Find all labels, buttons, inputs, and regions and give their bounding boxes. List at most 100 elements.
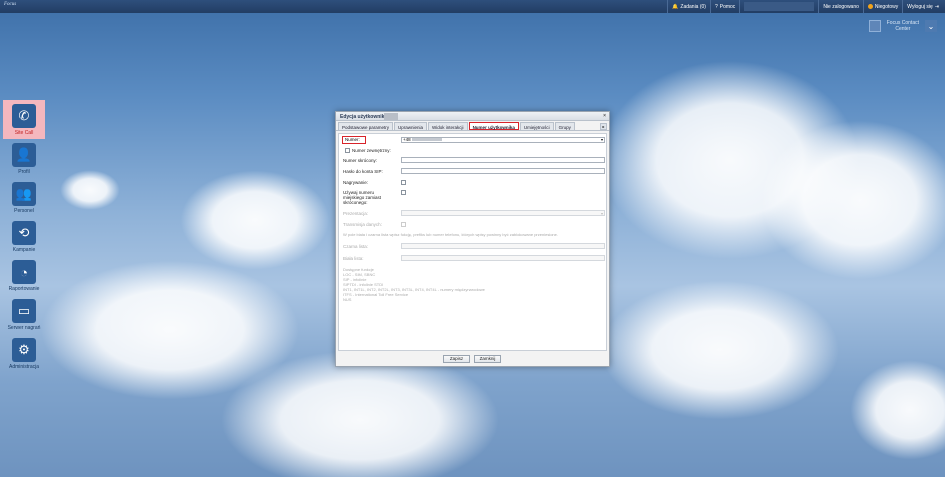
campaign-icon: ⟲: [12, 221, 36, 245]
redacted-user-name: [384, 113, 398, 120]
tab-umiejetnosci[interactable]: Umiejętności: [519, 122, 554, 130]
nagrywanie-label: Nagrywanie:: [343, 180, 369, 185]
app-logo: Focus: [4, 2, 17, 7]
tab-uprawnienia[interactable]: Uprawnienia: [394, 122, 428, 130]
haslo-sip-label: Hasło do konta SIP:: [343, 169, 383, 174]
sidebar-item-label: Administracja: [8, 364, 39, 370]
sidebar-item-label: Personel: [14, 208, 34, 214]
tab-numer-uzytkownika[interactable]: Numer użytkownika: [468, 122, 519, 130]
numer-skrocony-label: Numer skrócony:: [343, 158, 378, 163]
info-note: W pole biała i czarna lista wpisz fukcję…: [343, 232, 558, 237]
dialog-title: Edycja użytkownika: [340, 114, 388, 120]
dostepne-line: NUS: [343, 297, 352, 302]
top-bar: Focus 🔔 Zadania (0) ? Pomoc Nie zalogowa…: [0, 0, 945, 13]
biala-lista-input[interactable]: [401, 255, 605, 261]
sidebar-item-site-call[interactable]: ✆ Site Call: [3, 100, 45, 139]
bell-icon: 🔔: [672, 3, 679, 10]
chevron-down-icon[interactable]: ⌄: [925, 20, 937, 32]
dialog-tabs: Podstawowe parametry Uprawnienia Widok i…: [336, 121, 609, 131]
uzywaj-line3: skróconego:: [343, 200, 368, 205]
brand-line2: Center: [895, 26, 911, 32]
numer-value: +48: [403, 137, 411, 142]
sidebar-item-label: Profil: [18, 169, 30, 175]
redacted-number: [411, 138, 442, 142]
brand-area: Focus Contact Center ⌄: [868, 20, 937, 32]
czarna-lista-row: Czarna lista:: [343, 244, 399, 249]
sidebar: ✆ Site Call 👤 Profil 👥 Personel ⟲ Kampan…: [3, 100, 45, 373]
cloud: [60, 170, 120, 210]
brand-logo-icon: [868, 20, 881, 32]
numer-skrocony-input[interactable]: [401, 157, 605, 163]
edit-user-dialog: Edycja użytkownika × Podstawowe parametr…: [335, 111, 610, 367]
logout-label: Wyloguj się: [907, 3, 933, 10]
notifications-label: Zadania (0): [680, 3, 706, 10]
numer-select[interactable]: +48 ▾: [401, 137, 605, 143]
cloud: [850, 360, 945, 460]
dialog-body: Numer: +48 ▾ Numer zewnętrzny: Numer skr…: [338, 133, 607, 351]
uzywaj-numeru-checkbox[interactable]: [401, 190, 406, 195]
cloud: [220, 350, 500, 477]
sidebar-item-label: Kampanie: [12, 247, 36, 253]
biala-lista-row: Biała lista:: [343, 256, 399, 261]
sidebar-item-label: Raportowanie: [8, 286, 40, 292]
czarna-lista-label: Czarna lista:: [343, 244, 369, 249]
prezentacja-row: Prezentacja:: [343, 211, 399, 216]
transmisja-label: Transmisja danych:: [343, 222, 382, 227]
numer-label: Numer:: [342, 136, 366, 144]
pie-chart-icon: ◔: [12, 260, 36, 284]
recording-server-icon: ▭: [12, 299, 36, 323]
dostepne-line: ITFS - International Toll Free Service: [343, 292, 409, 297]
sidebar-item-raportowanie[interactable]: ◔ Raportowanie: [3, 256, 45, 295]
chevron-down-icon: ▾: [600, 137, 603, 142]
dialog-footer: Zapisz Zamknij: [443, 355, 501, 363]
sidebar-item-administracja[interactable]: ⚙ Administracja: [3, 334, 45, 373]
save-button[interactable]: Zapisz: [443, 355, 470, 363]
cloud: [600, 280, 840, 420]
sidebar-item-serwer-nagran[interactable]: ▭ Serwer nagrań: [3, 295, 45, 334]
login-status-label: Nie zalogowano: [823, 3, 859, 10]
user-icon: 👤: [12, 143, 36, 167]
tab-widok-interakcji[interactable]: Widok interakcji: [428, 122, 468, 130]
availability-status-button[interactable]: Niegotowy: [862, 0, 902, 13]
nagrywanie-checkbox[interactable]: [401, 180, 406, 185]
close-button[interactable]: Zamknij: [474, 355, 501, 363]
prezentacja-label: Prezentacja:: [343, 211, 369, 216]
uzywaj-numeru-row: Używaj numeru miejskiego zamiast skrócon…: [343, 190, 399, 205]
phone-icon: ✆: [12, 104, 36, 128]
transmisja-checkbox[interactable]: [401, 222, 406, 227]
top-bar-actions: 🔔 Zadania (0) ? Pomoc Nie zalogowano Nie…: [667, 0, 943, 13]
sidebar-item-label: Site Call: [14, 130, 34, 136]
notifications-button[interactable]: 🔔 Zadania (0): [667, 0, 710, 13]
help-button[interactable]: ? Pomoc: [709, 0, 739, 13]
close-icon[interactable]: ×: [603, 113, 606, 119]
availability-label: Niegotowy: [874, 3, 899, 10]
tab-grupy[interactable]: Grupy: [554, 122, 575, 130]
numer-zewnetrzny-checkbox[interactable]: [345, 148, 350, 153]
sidebar-item-personel[interactable]: 👥 Personel: [3, 178, 45, 217]
users-icon: 👥: [12, 182, 36, 206]
tabs-scroll-right-icon[interactable]: ▸: [600, 123, 607, 130]
help-label: Pomoc: [719, 3, 736, 10]
numer-skrocony-row: Numer skrócony:: [343, 158, 399, 163]
cloud: [180, 170, 330, 270]
transmisja-row: Transmisja danych:: [343, 222, 399, 227]
sidebar-item-label: Serwer nagrań: [7, 325, 41, 331]
logout-icon: ⇥: [934, 3, 939, 10]
numer-zewnetrzny-label: Numer zewnętrzny:: [352, 148, 391, 153]
chevron-down-icon: ▾: [600, 211, 603, 216]
logout-button[interactable]: Wyloguj się ⇥: [902, 0, 943, 13]
help-icon: ?: [714, 3, 718, 10]
sidebar-item-profil[interactable]: 👤 Profil: [3, 139, 45, 178]
czarna-lista-input[interactable]: [401, 243, 605, 249]
cloud: [760, 120, 945, 280]
numer-zewnetrzny-row: Numer zewnętrzny:: [352, 148, 408, 153]
haslo-sip-input[interactable]: [401, 168, 605, 174]
dialog-title-bar: Edycja użytkownika ×: [336, 112, 609, 121]
gear-icon: ⚙: [12, 338, 36, 362]
tab-podstawowe-parametry[interactable]: Podstawowe parametry: [338, 122, 394, 130]
nagrywanie-row: Nagrywanie:: [343, 180, 399, 185]
haslo-sip-row: Hasło do konta SIP:: [343, 169, 399, 174]
sidebar-item-kampanie[interactable]: ⟲ Kampanie: [3, 217, 45, 256]
user-name-redacted: [739, 0, 818, 13]
prezentacja-select[interactable]: ▾: [401, 210, 605, 216]
